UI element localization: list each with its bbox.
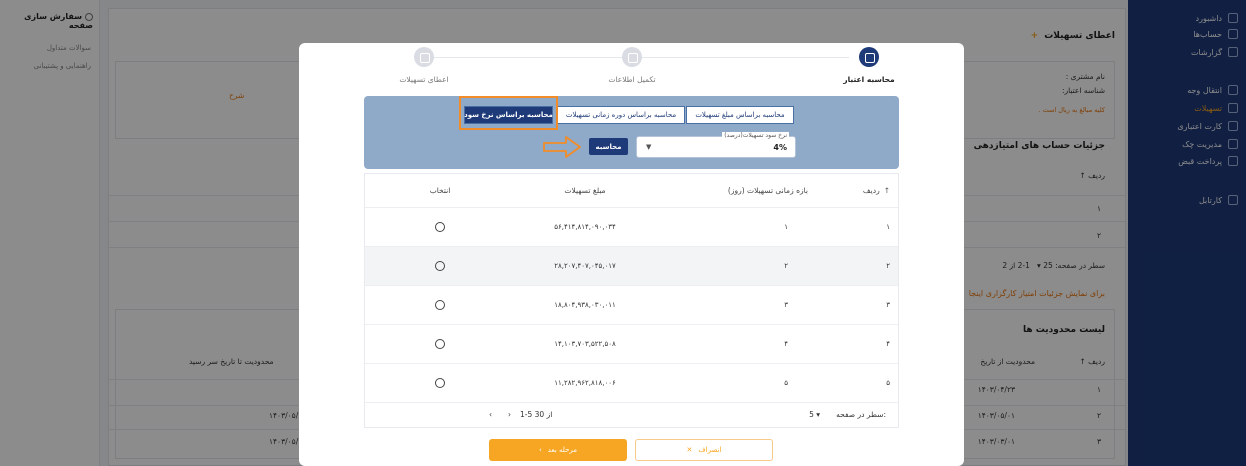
interest-rate-select[interactable]: نرخ سود تسهیلات(درصد) 4% ▼ <box>636 132 796 158</box>
step-label: اعطای تسهیلات <box>399 75 449 84</box>
step-grant-loan: اعطای تسهیلات <box>359 47 489 84</box>
row-index: ۲ <box>886 262 890 270</box>
row-period: ۱ <box>784 223 788 231</box>
row-period: ۲ <box>784 262 788 270</box>
mode-by-period[interactable]: محاسبه براساس دوره زمانی تسهیلات <box>557 106 685 124</box>
chevron-left-icon: ‹ <box>538 446 542 454</box>
calculate-button[interactable]: محاسبه <box>589 138 628 155</box>
select-radio[interactable] <box>435 339 445 349</box>
row-index: ۱ <box>886 223 890 231</box>
table-header: ردیف ↑ بازه زمانی تسهیلات (روز) مبلغ تسهی… <box>365 174 898 208</box>
loan-calculation-modal: محاسبه اعتبار تکمیل اطلاعات اعطای تسهیلا… <box>299 43 964 466</box>
next-step-button[interactable]: ‹ مرحله بعد <box>489 439 627 461</box>
step-label: تکمیل اطلاعات <box>608 75 656 84</box>
row-index: ۵ <box>886 379 890 387</box>
header-amount: مبلغ تسهیلات <box>564 186 606 195</box>
calculation-panel: محاسبه براساس نرخ سود محاسبه براساس دوره… <box>364 96 899 169</box>
row-period: ۳ <box>784 301 788 309</box>
rows-per-page-label: سطر در صفحه: <box>836 410 886 419</box>
step-label: محاسبه اعتبار <box>843 75 895 84</box>
prev-page-icon[interactable]: ‹ <box>489 410 492 419</box>
chevron-down-icon: ▼ <box>646 143 652 151</box>
header-index[interactable]: ردیف ↑ <box>850 174 890 207</box>
header-select: انتخاب <box>429 186 451 195</box>
table-row: ۴ ۴ ۱۴,۱۰۳,۷۰۳,۵۲۲,۵۰۸ <box>365 325 898 364</box>
arrow-right-icon <box>543 136 581 158</box>
wallet-icon <box>414 47 434 67</box>
interest-rate-label: نرخ سود تسهیلات(درصد) <box>722 132 789 139</box>
next-page-icon[interactable]: › <box>508 410 511 419</box>
highlight-box <box>459 96 558 130</box>
page-range: 1-5 از 30 <box>520 410 553 419</box>
step-complete-info: تکمیل اطلاعات <box>567 47 697 84</box>
mode-by-amount[interactable]: محاسبه براساس مبلغ تسهیلات <box>686 106 794 124</box>
calculator-icon <box>859 47 879 67</box>
row-amount: ۱۴,۱۰۳,۷۰۳,۵۲۲,۵۰۸ <box>554 340 616 348</box>
document-icon <box>622 47 642 67</box>
interest-rate-value: 4% <box>773 143 787 152</box>
select-radio[interactable] <box>435 261 445 271</box>
results-table: ردیف ↑ بازه زمانی تسهیلات (روز) مبلغ تسهی… <box>364 173 899 428</box>
header-period: بازه زمانی تسهیلات (روز) <box>727 186 808 195</box>
step-credit-calculation: محاسبه اعتبار <box>804 47 934 84</box>
table-row: ۵ ۵ ۱۱,۲۸۲,۹۶۲,۸۱۸,۰۰۶ <box>365 364 898 403</box>
cancel-button[interactable]: ✕ انصراف <box>635 439 773 461</box>
select-radio[interactable] <box>435 378 445 388</box>
table-pagination: سطر در صفحه: 5 ▾ 1-5 از 30 › ‹ <box>365 403 898 427</box>
table-row: ۲ ۲ ۲۸,۲۰۷,۴۰۷,۰۴۵,۰۱۷ <box>365 247 898 286</box>
row-amount: ۲۸,۲۰۷,۴۰۷,۰۴۵,۰۱۷ <box>554 262 616 270</box>
row-index: ۴ <box>886 340 890 348</box>
row-period: ۴ <box>784 340 788 348</box>
rows-per-page-select[interactable]: 5 ▾ <box>809 410 820 419</box>
row-index: ۳ <box>886 301 890 309</box>
sort-arrow-icon: ↑ <box>883 186 890 195</box>
row-amount: ۵۶,۴۱۴,۸۱۴,۰۹۰,۰۳۴ <box>554 223 616 231</box>
row-amount: ۱۱,۲۸۲,۹۶۲,۸۱۸,۰۰۶ <box>554 379 616 387</box>
table-row: ۱ ۱ ۵۶,۴۱۴,۸۱۴,۰۹۰,۰۳۴ <box>365 208 898 247</box>
select-radio[interactable] <box>435 222 445 232</box>
row-period: ۵ <box>784 379 788 387</box>
row-amount: ۱۸,۸۰۴,۹۳۸,۰۳۰,۰۱۱ <box>554 301 616 309</box>
table-row: ۳ ۳ ۱۸,۸۰۴,۹۳۸,۰۳۰,۰۱۱ <box>365 286 898 325</box>
close-icon: ✕ <box>686 446 693 454</box>
select-radio[interactable] <box>435 300 445 310</box>
